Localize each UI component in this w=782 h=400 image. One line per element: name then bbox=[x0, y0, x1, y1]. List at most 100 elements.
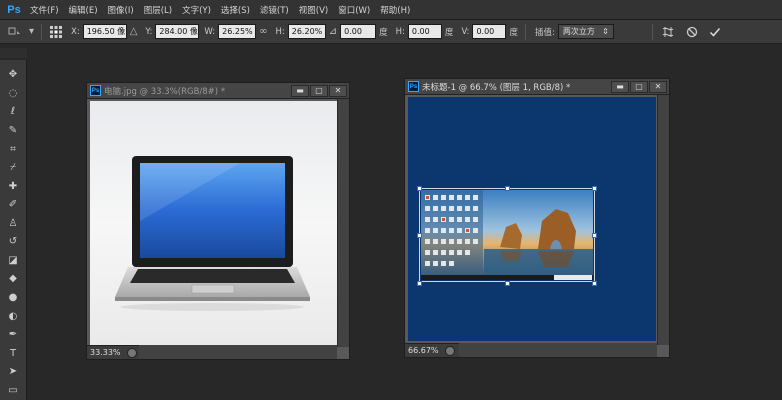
minimize-icon[interactable]: ▬ bbox=[611, 80, 629, 93]
w-label: W: bbox=[204, 26, 216, 37]
healing-brush-tool-icon[interactable]: ✚ bbox=[3, 177, 23, 195]
brush-tool-icon[interactable]: ✐ bbox=[3, 196, 23, 214]
status-info-icon[interactable] bbox=[445, 345, 455, 356]
transform-handle-middle-left[interactable] bbox=[417, 233, 422, 238]
laptop-image bbox=[90, 101, 337, 345]
toolbar-grip[interactable] bbox=[0, 48, 27, 58]
lasso-tool-icon[interactable]: ℓ bbox=[3, 103, 23, 121]
vskew-unit: 度 bbox=[509, 27, 518, 38]
transform-handle-middle-right[interactable] bbox=[592, 233, 597, 238]
menu-filter[interactable]: 滤镜(T) bbox=[255, 4, 294, 16]
reference-point-icon[interactable] bbox=[49, 25, 63, 39]
ps-document-icon: Ps bbox=[408, 81, 419, 92]
vskew-input[interactable]: 0.00 bbox=[472, 24, 507, 39]
interpolation-label: 插值: bbox=[534, 27, 555, 38]
eyedropper-tool-icon[interactable]: ⌿ bbox=[3, 159, 23, 177]
menu-layer[interactable]: 图层(L) bbox=[139, 4, 177, 16]
menu-edit[interactable]: 编辑(E) bbox=[64, 4, 103, 16]
close-icon[interactable]: ✕ bbox=[649, 80, 667, 93]
h-input[interactable]: 26.20% bbox=[287, 24, 326, 39]
angle-icon: ⊿ bbox=[328, 26, 338, 37]
menu-image[interactable]: 图像(I) bbox=[103, 4, 139, 16]
document-canvas[interactable] bbox=[408, 97, 656, 341]
divider bbox=[41, 23, 43, 40]
marquee-tool-icon[interactable]: ◌ bbox=[3, 85, 23, 103]
interpolation-value: 两次立方 bbox=[562, 27, 595, 36]
horizontal-scrollbar[interactable] bbox=[139, 345, 337, 359]
menu-type[interactable]: 文字(Y) bbox=[177, 4, 216, 16]
x-label: X: bbox=[71, 26, 80, 37]
transform-handle-bottom-right[interactable] bbox=[592, 281, 597, 286]
tools-panel: ✥ ◌ ℓ ✎ ⌗ ⌿ ✚ ✐ ♙ ↺ ◪ ◆ ● ◐ ✒ T ➤ ▭ bbox=[0, 60, 27, 400]
hskew-unit: 度 bbox=[444, 27, 454, 38]
transform-tool-icon[interactable] bbox=[7, 26, 23, 38]
close-icon[interactable]: ✕ bbox=[329, 84, 347, 97]
quick-select-tool-icon[interactable]: ✎ bbox=[3, 122, 23, 140]
laptop-illustration bbox=[115, 156, 310, 311]
horizontal-scrollbar[interactable] bbox=[459, 343, 657, 357]
transform-handle-top-center[interactable] bbox=[505, 186, 510, 191]
transform-handle-bottom-left[interactable] bbox=[417, 281, 422, 286]
transform-handle-top-left[interactable] bbox=[417, 186, 422, 191]
document-window-untitled[interactable]: Ps 未标题-1 @ 66.7% (图层 1, RGB/8) * ▬ ▢ ✕ 6… bbox=[404, 78, 670, 358]
pen-tool-icon[interactable]: ✒ bbox=[3, 326, 23, 344]
transform-handle-top-right[interactable] bbox=[592, 186, 597, 191]
x-input[interactable]: 196.50 像 bbox=[82, 24, 127, 39]
hskew-label: H: bbox=[395, 26, 405, 37]
menu-select[interactable]: 选择(S) bbox=[216, 4, 255, 16]
move-tool-icon[interactable]: ✥ bbox=[3, 66, 23, 84]
maximize-icon[interactable]: ▢ bbox=[310, 84, 328, 97]
divider bbox=[651, 23, 653, 40]
link-icon[interactable]: ∞ bbox=[259, 26, 267, 37]
type-tool-icon[interactable]: T bbox=[3, 344, 23, 362]
relative-position-icon[interactable]: △ bbox=[130, 26, 138, 37]
maximize-icon[interactable]: ▢ bbox=[630, 80, 648, 93]
document-titlebar[interactable]: Ps 未标题-1 @ 66.7% (图层 1, RGB/8) * ▬ ▢ ✕ bbox=[405, 79, 669, 95]
ps-document-icon: Ps bbox=[90, 85, 101, 96]
dodge-tool-icon[interactable]: ◐ bbox=[3, 307, 23, 325]
angle-input[interactable]: 0.00 bbox=[340, 24, 377, 39]
h-label: H: bbox=[275, 26, 285, 37]
path-select-tool-icon[interactable]: ➤ bbox=[3, 363, 23, 381]
window-controls: ▬ ▢ ✕ bbox=[290, 84, 347, 97]
menu-file[interactable]: 文件(F) bbox=[25, 4, 64, 16]
divider bbox=[524, 23, 526, 40]
angle-unit: 度 bbox=[379, 27, 388, 38]
interpolation-select[interactable]: 两次立方 ⇕ bbox=[557, 24, 614, 39]
w-input[interactable]: 26.25% bbox=[218, 24, 257, 39]
eraser-tool-icon[interactable]: ◪ bbox=[3, 252, 23, 270]
paint-bucket-tool-icon[interactable]: ◆ bbox=[3, 270, 23, 288]
vertical-scrollbar[interactable] bbox=[337, 99, 349, 347]
y-label: Y: bbox=[145, 26, 153, 37]
cancel-transform-icon[interactable] bbox=[686, 26, 698, 38]
document-title: 未标题-1 @ 66.7% (图层 1, RGB/8) * bbox=[422, 82, 571, 93]
menu-view[interactable]: 视图(V) bbox=[294, 4, 333, 16]
transformed-layer[interactable] bbox=[418, 187, 596, 285]
warp-mode-icon[interactable] bbox=[661, 25, 675, 39]
zoom-level[interactable]: 66.67% bbox=[405, 346, 443, 355]
zoom-level[interactable]: 33.33% bbox=[87, 348, 125, 357]
chevron-down-icon[interactable]: ▾ bbox=[29, 26, 34, 37]
menu-bar: Ps 文件(F) 编辑(E) 图像(I) 图层(L) 文字(Y) 选择(S) 滤… bbox=[0, 0, 782, 20]
shape-tool-icon[interactable]: ▭ bbox=[3, 382, 23, 400]
status-info-icon[interactable] bbox=[127, 347, 137, 358]
transform-handle-bottom-center[interactable] bbox=[505, 281, 510, 286]
window-controls: ▬ ▢ ✕ bbox=[610, 80, 667, 93]
y-input[interactable]: 284.00 像 bbox=[155, 24, 200, 39]
options-bar: ▾ X: 196.50 像 △ Y: 284.00 像 W: 26.25% ∞ … bbox=[0, 20, 782, 44]
minimize-icon[interactable]: ▬ bbox=[291, 84, 309, 97]
history-brush-tool-icon[interactable]: ↺ bbox=[3, 233, 23, 251]
vskew-label: V: bbox=[461, 26, 470, 37]
document-titlebar[interactable]: Ps 电脑.jpg @ 33.3%(RGB/8#) * ▬ ▢ ✕ bbox=[87, 83, 349, 99]
menu-window[interactable]: 窗口(W) bbox=[333, 4, 375, 16]
commit-transform-icon[interactable] bbox=[709, 26, 721, 38]
vertical-scrollbar[interactable] bbox=[657, 95, 669, 345]
blur-tool-icon[interactable]: ● bbox=[3, 289, 23, 307]
crop-tool-icon[interactable]: ⌗ bbox=[3, 140, 23, 158]
menu-help[interactable]: 帮助(H) bbox=[375, 4, 415, 16]
clone-stamp-tool-icon[interactable]: ♙ bbox=[3, 215, 23, 233]
hskew-input[interactable]: 0.00 bbox=[407, 24, 442, 39]
app-logo: Ps bbox=[7, 3, 21, 16]
document-title: 电脑.jpg @ 33.3%(RGB/8#) * bbox=[104, 86, 226, 97]
document-window-laptop[interactable]: Ps 电脑.jpg @ 33.3%(RGB/8#) * ▬ ▢ ✕ 33.33% bbox=[86, 82, 350, 360]
